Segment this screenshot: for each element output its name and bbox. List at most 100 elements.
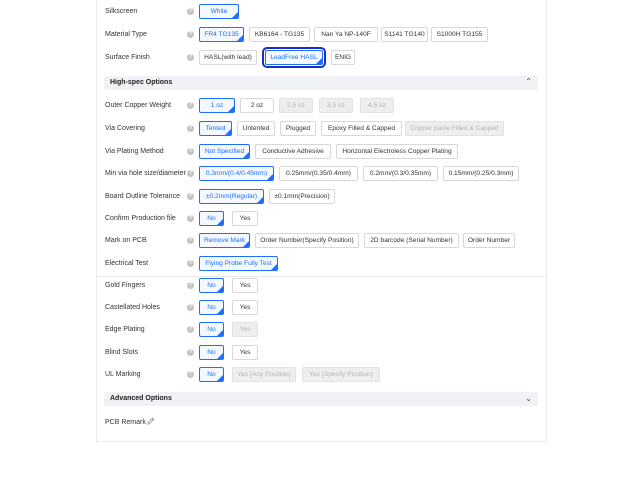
option-via-0-25mm[interactable]: 0.25mm/(0.35/0.4mm) — [279, 166, 358, 181]
option-copper-2oz[interactable]: 2 oz — [240, 98, 274, 113]
edge-plating-label: Edge Plating — [105, 326, 145, 333]
option-via-plugged[interactable]: Plugged — [280, 121, 316, 136]
option-tolerance-precision[interactable]: ±0.1mm(Precision) — [269, 189, 335, 204]
pcb-remark-label: PCB Remark — [105, 419, 146, 426]
panel-divider — [96, 276, 547, 277]
confirm-production-label: Confirm Production file — [105, 215, 176, 222]
option-via-tented[interactable]: Tented — [199, 121, 232, 136]
option-via-0-15mm[interactable]: 0.15mm/(0.25/0.3mm) — [443, 166, 519, 181]
option-edge-yes: Yes — [232, 322, 258, 337]
ul-marking-label: UL Marking — [105, 371, 141, 378]
electrical-test-label: Electrical Test — [105, 260, 149, 267]
option-mark-2d-barcode[interactable]: 2D barcode (Serial Number) — [364, 233, 459, 248]
help-circle-icon[interactable]: ? — [187, 237, 194, 244]
option-etest-flying-probe[interactable]: Flying Probe Fully Test — [199, 256, 278, 271]
row-ul-marking: UL Marking ? No Yes (Any Position) Yes (… — [104, 367, 540, 383]
option-ul-specify-position: Yes (Specify Position) — [302, 367, 380, 382]
row-via-covering: Via Covering ? Tented Untented Plugged E… — [104, 121, 540, 137]
row-gold-fingers: Gold Fingers ? No Yes — [104, 278, 540, 294]
option-finish-leadfree-hasl[interactable]: LeadFree HASL — [262, 47, 326, 68]
option-castellated-no[interactable]: No — [199, 300, 224, 315]
chevron-down-icon[interactable]: ⌄ — [525, 394, 532, 403]
section-title: Advanced Options — [110, 395, 172, 402]
help-circle-icon[interactable]: ? — [187, 193, 194, 200]
option-material-fr4[interactable]: FR4 TG135 — [199, 27, 244, 42]
row-edge-plating: Edge Plating ? No Yes — [104, 322, 540, 338]
silkscreen-label: Silkscreen — [105, 8, 138, 15]
min-via-label: Min via hole size/diameter — [105, 170, 186, 177]
option-ul-any-position: Yes (Any Position) — [232, 367, 296, 382]
blind-slots-label: Blind Slots — [105, 349, 139, 356]
option-gold-no[interactable]: No — [199, 278, 224, 293]
option-confirm-no[interactable]: No — [199, 211, 224, 226]
option-confirm-yes[interactable]: Yes — [232, 211, 258, 226]
option-finish-hasl-lead[interactable]: HASL(with lead) — [199, 50, 257, 65]
help-circle-icon[interactable]: ? — [187, 148, 194, 155]
option-plating-conductive-adhesive[interactable]: Conductive Adhesive — [255, 144, 331, 159]
option-via-epoxy-filled[interactable]: Epoxy Filled & Capped — [321, 121, 402, 136]
option-copper-1oz[interactable]: 1 oz — [199, 98, 235, 113]
row-confirm-production-file: Confirm Production file ? No Yes — [104, 211, 540, 227]
row-outer-copper-weight: Outer Copper Weight ? 1 oz 2 oz 2.5 oz 3… — [104, 98, 540, 114]
gold-fingers-label: Gold Fingers — [105, 282, 146, 289]
row-surface-finish: Surface Finish ? HASL(with lead) LeadFre… — [104, 47, 540, 68]
help-circle-icon[interactable]: ? — [187, 215, 194, 222]
option-blind-no[interactable]: No — [199, 345, 224, 360]
castellated-holes-label: Castellated Holes — [105, 304, 160, 311]
option-mark-order-number[interactable]: Order Number — [463, 233, 515, 248]
help-circle-icon[interactable]: ? — [187, 170, 194, 177]
option-edge-no[interactable]: No — [199, 322, 224, 337]
option-via-untented[interactable]: Untented — [237, 121, 275, 136]
help-circle-icon[interactable]: ? — [187, 282, 194, 289]
material-type-label: Material Type — [105, 31, 147, 38]
row-material-type: Material Type ? FR4 TG135 KB6164 - TG135… — [104, 27, 540, 43]
option-silkscreen-white[interactable]: White — [199, 4, 239, 19]
option-material-s1000h[interactable]: S1000H TG155 — [431, 27, 488, 42]
option-plating-not-specified[interactable]: Not Specified — [199, 144, 250, 159]
via-plating-label: Via Plating Method — [105, 148, 164, 155]
via-covering-label: Via Covering — [105, 125, 145, 132]
option-mark-remove[interactable]: Remove Mark — [199, 233, 250, 248]
row-castellated-holes: Castellated Holes ? No Yes — [104, 300, 540, 316]
option-material-nanya[interactable]: Nan Ya NP-140F — [314, 27, 378, 42]
row-mark-on-pcb: Mark on PCB ? Remove Mark Order Number(S… — [104, 233, 540, 249]
option-finish-enig[interactable]: ENIG — [331, 50, 355, 65]
help-circle-icon[interactable]: ? — [187, 8, 194, 15]
chevron-up-icon[interactable]: ⌃ — [525, 77, 532, 86]
help-circle-icon[interactable]: ? — [187, 260, 194, 267]
option-plating-horizontal-electroless[interactable]: Horizontal Electroless Copper Plating — [336, 144, 458, 159]
option-via-copper-paste: Copper paste Filled & Capped — [405, 121, 504, 136]
option-blind-yes[interactable]: Yes — [232, 345, 258, 360]
option-material-kb6164[interactable]: KB6164 - TG135 — [249, 27, 310, 42]
section-advanced-options[interactable]: Advanced Options ⌄ — [104, 392, 538, 406]
option-castellated-yes[interactable]: Yes — [232, 300, 258, 315]
section-high-spec-options[interactable]: High-spec Options ⌃ — [104, 76, 538, 90]
option-ul-no[interactable]: No — [199, 367, 224, 382]
row-silkscreen: Silkscreen ? White — [104, 4, 540, 20]
option-via-0-3mm[interactable]: 0.3mm/(0.4/0.45mm) — [199, 166, 274, 181]
mark-on-pcb-label: Mark on PCB — [105, 237, 147, 244]
option-mark-order-number-position[interactable]: Order Number(Specify Position) — [255, 233, 359, 248]
row-pcb-remark: PCB Remark — [104, 415, 540, 431]
help-circle-icon[interactable]: ? — [187, 349, 194, 356]
row-electrical-test: Electrical Test ? Flying Probe Fully Tes… — [104, 256, 540, 272]
help-circle-icon[interactable]: ? — [187, 304, 194, 311]
help-circle-icon[interactable]: ? — [187, 102, 194, 109]
copper-weight-label: Outer Copper Weight — [105, 102, 172, 109]
row-via-plating-method: Via Plating Method ? Not Specified Condu… — [104, 144, 540, 160]
help-circle-icon[interactable]: ? — [187, 326, 194, 333]
help-circle-icon[interactable]: ? — [187, 54, 194, 61]
option-gold-yes[interactable]: Yes — [232, 278, 258, 293]
help-circle-icon[interactable]: ? — [187, 125, 194, 132]
option-material-s1141[interactable]: S1141 TG140 — [381, 27, 428, 42]
help-circle-icon[interactable]: ? — [187, 371, 194, 378]
section-title: High-spec Options — [110, 79, 173, 86]
pencil-icon[interactable] — [147, 417, 155, 425]
option-tolerance-regular[interactable]: ±0.2mm(Regular) — [199, 189, 264, 204]
help-circle-icon[interactable]: ? — [187, 31, 194, 38]
row-min-via-hole: Min via hole size/diameter ? 0.3mm/(0.4/… — [104, 166, 540, 182]
outline-tolerance-label: Board Outline Tolerance — [105, 193, 180, 200]
row-blind-slots: Blind Slots ? No Yes — [104, 345, 540, 361]
surface-finish-label: Surface Finish — [105, 54, 150, 61]
option-via-0-2mm[interactable]: 0.2mm/(0.3/0.35mm) — [363, 166, 438, 181]
